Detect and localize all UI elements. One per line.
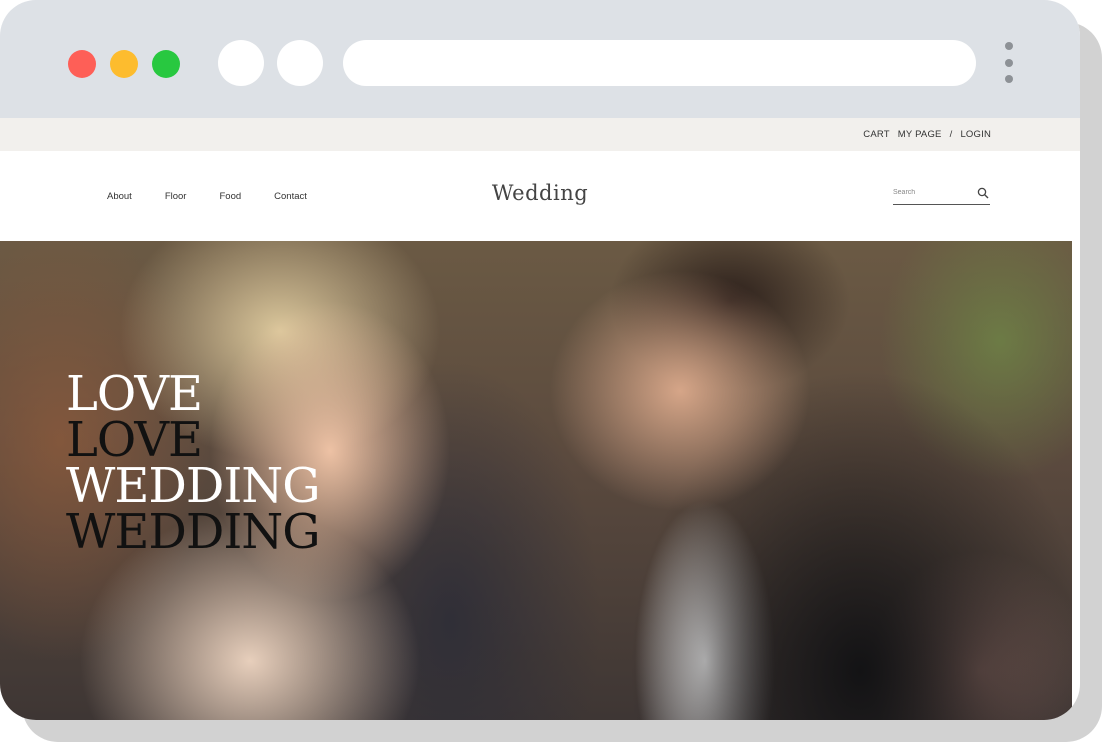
site-header: About Floor Food Contact Wedding xyxy=(0,151,1080,241)
hero-image: LOVE LOVE WEDDING WEDDING xyxy=(0,241,1072,720)
browser-window: CART MY PAGE / LOGIN About Floor Food Co… xyxy=(0,0,1080,720)
cart-link[interactable]: CART xyxy=(863,129,890,140)
search-box xyxy=(893,187,990,205)
hero-line-wedding-white: WEDDING xyxy=(66,458,321,514)
browser-chrome xyxy=(0,0,1080,118)
more-options-icon[interactable] xyxy=(1003,42,1015,84)
hero-line-love-black: LOVE xyxy=(66,412,203,468)
my-page-link[interactable]: MY PAGE xyxy=(898,129,942,140)
forward-button[interactable] xyxy=(277,40,323,86)
search-icon[interactable] xyxy=(977,187,989,199)
utility-links: CART MY PAGE / LOGIN xyxy=(863,129,991,140)
maximize-window-button[interactable] xyxy=(152,50,180,78)
back-button[interactable] xyxy=(218,40,264,86)
utility-bar: CART MY PAGE / LOGIN xyxy=(0,118,1080,151)
utility-separator: / xyxy=(949,129,953,140)
address-bar[interactable] xyxy=(343,40,976,86)
hero-headline: LOVE LOVE WEDDING WEDDING xyxy=(66,366,321,560)
hero-line-wedding-black: WEDDING xyxy=(66,504,321,560)
minimize-window-button[interactable] xyxy=(110,50,138,78)
login-link[interactable]: LOGIN xyxy=(960,129,991,140)
close-window-button[interactable] xyxy=(68,50,96,78)
search-input[interactable] xyxy=(893,189,973,196)
hero-line-love-white: LOVE xyxy=(66,366,203,422)
